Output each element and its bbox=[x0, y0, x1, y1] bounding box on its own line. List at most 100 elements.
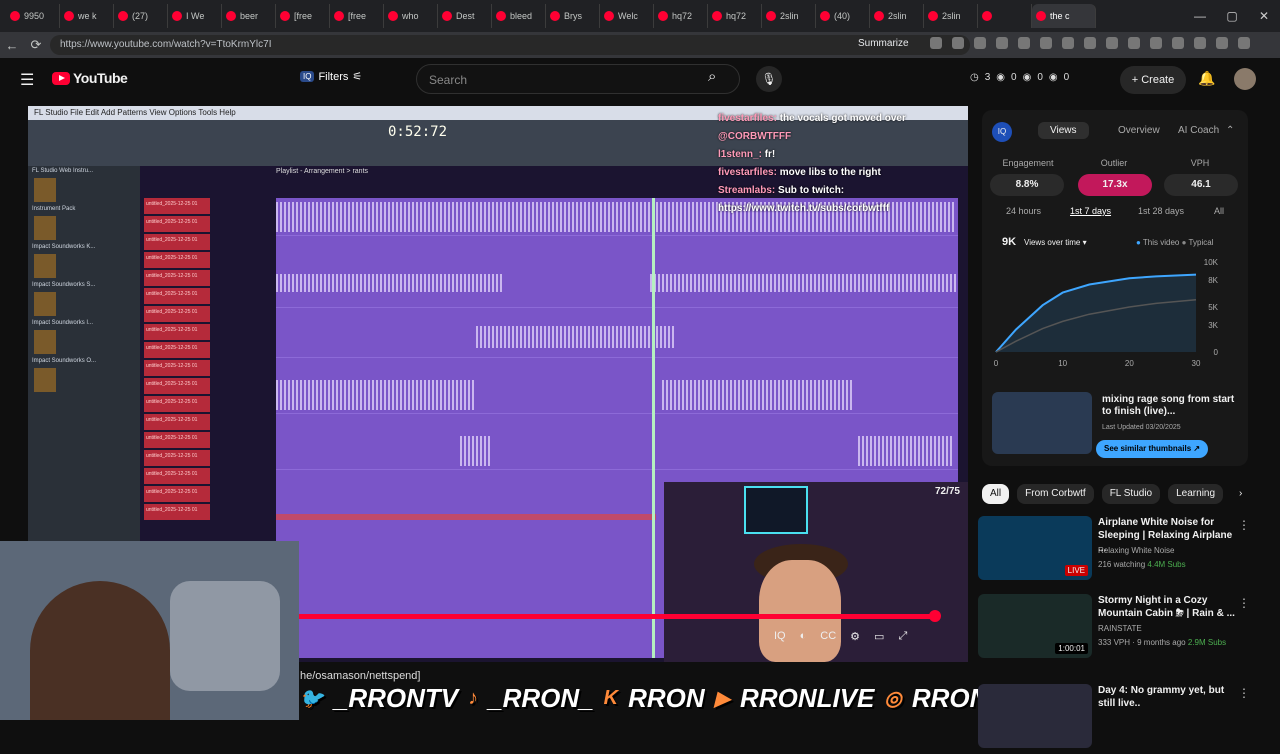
tab-ai-coach[interactable]: AI Coach bbox=[1178, 125, 1219, 136]
youtube-logo[interactable]: YouTube bbox=[52, 70, 128, 86]
tab-views[interactable]: Views bbox=[1038, 122, 1089, 139]
browser-tab[interactable]: (40) bbox=[816, 4, 870, 28]
miniplayer-icon[interactable]: ▭ bbox=[874, 630, 884, 643]
browser-tab[interactable]: who bbox=[384, 4, 438, 28]
url-field[interactable]: https://www.youtube.com/watch?v=TtoKrmYl… bbox=[50, 35, 970, 55]
create-button[interactable]: + Create bbox=[1120, 66, 1186, 94]
browser-tab[interactable]: (27) bbox=[114, 4, 168, 28]
browser-tab[interactable]: [free bbox=[276, 4, 330, 28]
progress-scrubber[interactable] bbox=[929, 610, 942, 622]
extension-icon[interactable] bbox=[1128, 37, 1140, 49]
video-thumbnail[interactable]: 1:00:01 bbox=[978, 594, 1092, 658]
mic-icon[interactable]: 🎙 bbox=[756, 66, 782, 92]
video-title[interactable]: Stormy Night in a Cozy Mountain Cabin ⛈ … bbox=[1098, 594, 1238, 620]
browser-tab[interactable]: Welc bbox=[600, 4, 654, 28]
search-input[interactable]: Search bbox=[416, 64, 740, 94]
track-label: untitled_2025-12-25 01 bbox=[144, 252, 210, 268]
tab-overview[interactable]: Overview bbox=[1118, 125, 1160, 136]
extension-icon[interactable] bbox=[930, 37, 942, 49]
chip-all[interactable]: All bbox=[982, 484, 1010, 504]
browser-tab[interactable]: 2slin bbox=[762, 4, 816, 28]
fullscreen-icon[interactable]: ⤢ bbox=[898, 630, 907, 643]
notifications-icon[interactable]: 🔔 bbox=[1198, 70, 1215, 87]
maximize-icon[interactable]: ▢ bbox=[1216, 0, 1248, 32]
captions-icon[interactable]: CC bbox=[820, 630, 836, 643]
track-label: untitled_2025-12-25 01 bbox=[144, 288, 210, 304]
video-thumbnail[interactable] bbox=[978, 684, 1092, 748]
browser-tab[interactable]: I We bbox=[168, 4, 222, 28]
extension-icon[interactable] bbox=[1062, 37, 1074, 49]
chevron-right-icon[interactable]: › bbox=[1231, 484, 1250, 504]
extension-icon[interactable] bbox=[1106, 37, 1118, 49]
browser-tab[interactable]: hq72 bbox=[708, 4, 762, 28]
autoplay-toggle[interactable]: ◐ bbox=[800, 630, 807, 643]
browser-tab[interactable]: Dest bbox=[438, 4, 492, 28]
more-icon[interactable]: ⋮ bbox=[1238, 518, 1250, 532]
extension-icon[interactable] bbox=[1150, 37, 1162, 49]
chip-from-corbwtf[interactable]: From Corbwtf bbox=[1017, 484, 1094, 504]
extension-icon[interactable] bbox=[1172, 37, 1184, 49]
avatar[interactable] bbox=[1234, 68, 1256, 90]
see-similar-button[interactable]: See similar thumbnails ↗ bbox=[1096, 440, 1209, 458]
extension-icon[interactable] bbox=[1084, 37, 1096, 49]
tab-label: Dest bbox=[456, 11, 475, 21]
browser-tab[interactable]: 2slin bbox=[870, 4, 924, 28]
channel-name[interactable]: RAINSTATE bbox=[1098, 624, 1142, 633]
more-icon[interactable]: ⋮ bbox=[1238, 596, 1250, 610]
browser-item: FL Studio Web Instru... bbox=[32, 168, 94, 174]
browser-tab[interactable]: hq72 bbox=[654, 4, 708, 28]
settings-icon[interactable]: ⚙ bbox=[850, 630, 860, 643]
chip-learning[interactable]: Learning bbox=[1168, 484, 1224, 504]
browser-tab[interactable]: the c bbox=[1032, 4, 1096, 28]
more-icon[interactable]: ⋮ bbox=[1238, 686, 1250, 700]
extension-icon[interactable] bbox=[1194, 37, 1206, 49]
period-all[interactable]: All bbox=[1214, 206, 1224, 216]
video-thumbnail[interactable]: LIVE bbox=[978, 516, 1092, 580]
summarize-button[interactable]: Summarize bbox=[858, 38, 909, 49]
extension-icon[interactable] bbox=[1018, 37, 1030, 49]
extension-icon[interactable] bbox=[1040, 37, 1052, 49]
extension-icon[interactable] bbox=[974, 37, 986, 49]
chip-fl-studio[interactable]: FL Studio bbox=[1101, 484, 1161, 504]
collapse-icon[interactable]: ⌃ bbox=[1226, 125, 1234, 136]
extension-icon[interactable] bbox=[1238, 37, 1250, 49]
minimize-icon[interactable]: — bbox=[1184, 0, 1216, 32]
tab-favicon-icon bbox=[1036, 11, 1046, 21]
menu-icon[interactable]: ☰ bbox=[20, 70, 34, 90]
search-icon[interactable]: ⌕ bbox=[708, 68, 716, 85]
close-icon[interactable]: ✕ bbox=[1248, 0, 1280, 32]
period-7d[interactable]: 1st 7 days bbox=[1070, 206, 1111, 216]
iq-icon[interactable]: IQ bbox=[774, 630, 786, 643]
period-24h[interactable]: 24 hours bbox=[1006, 206, 1041, 216]
recommended-title[interactable]: mixing rage song from start to finish (l… bbox=[1102, 394, 1242, 418]
browser-tab[interactable]: [free bbox=[330, 4, 384, 28]
filters-button[interactable]: IQ Filters ⚟ bbox=[300, 70, 362, 83]
tab-favicon-icon bbox=[496, 11, 506, 21]
tab-favicon-icon bbox=[388, 11, 398, 21]
extension-icon[interactable] bbox=[996, 37, 1008, 49]
browser-tab[interactable]: Brys bbox=[546, 4, 600, 28]
related-video[interactable]: 1:00:01 Stormy Night in a Cozy Mountain … bbox=[978, 594, 1268, 664]
video-title[interactable]: Day 4: No grammy yet, but still live.. bbox=[1098, 684, 1238, 710]
related-video[interactable]: Day 4: No grammy yet, but still live.. ⋮ bbox=[978, 684, 1268, 754]
browser-tab[interactable]: bleed bbox=[492, 4, 546, 28]
browser-tab[interactable] bbox=[978, 4, 1032, 28]
back-icon[interactable]: ← bbox=[0, 38, 24, 53]
views-chart: 0 10 20 30 10K 8K 5K 3K 0 bbox=[994, 258, 1219, 368]
views-dropdown[interactable]: Views over time ▾ bbox=[1024, 238, 1087, 247]
outlier-value: 17.3x bbox=[1078, 174, 1152, 196]
chip-bar: All From Corbwtf FL Studio Learning › bbox=[982, 484, 1250, 504]
metric-label: VPH bbox=[1190, 158, 1210, 168]
extension-icon[interactable] bbox=[952, 37, 964, 49]
extension-icon[interactable] bbox=[1216, 37, 1228, 49]
related-video[interactable]: LIVE Airplane White Noise for Sleeping |… bbox=[978, 516, 1268, 586]
recommended-thumbnail[interactable] bbox=[992, 392, 1092, 454]
channel-name[interactable]: Relaxing White Noise bbox=[1098, 546, 1174, 555]
track-label: untitled_2025-12-25 01 bbox=[144, 450, 210, 466]
browser-tab[interactable]: beer bbox=[222, 4, 276, 28]
browser-tab[interactable]: 9950 bbox=[6, 4, 60, 28]
browser-tab[interactable]: we k bbox=[60, 4, 114, 28]
period-28d[interactable]: 1st 28 days bbox=[1138, 206, 1184, 216]
reload-icon[interactable]: ⟳ bbox=[24, 37, 48, 53]
browser-tab[interactable]: 2slin bbox=[924, 4, 978, 28]
